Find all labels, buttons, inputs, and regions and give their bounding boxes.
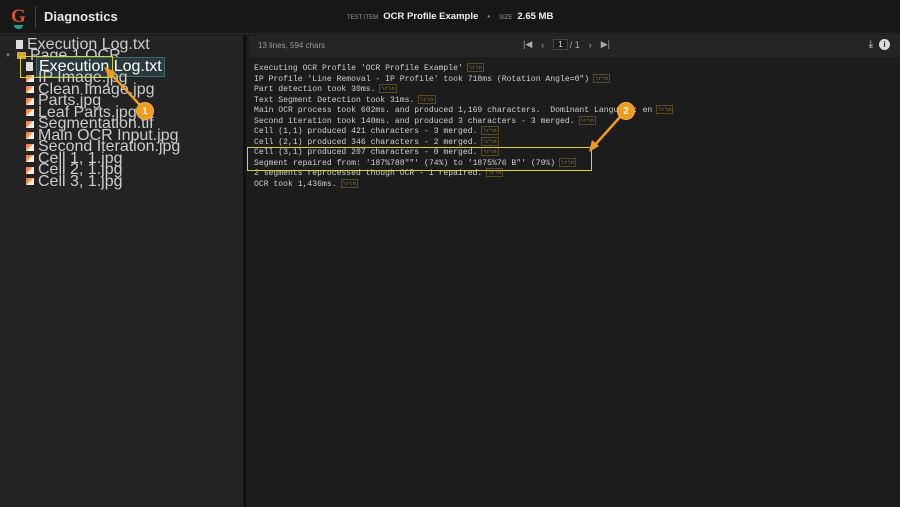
callout-arrow-1 (109, 72, 141, 106)
callout-arrow-2 (593, 116, 621, 147)
callout-arrows (104, 67, 621, 152)
callout-badge-2: 2 (617, 102, 635, 120)
callout-badge-1: 1 (136, 102, 154, 120)
